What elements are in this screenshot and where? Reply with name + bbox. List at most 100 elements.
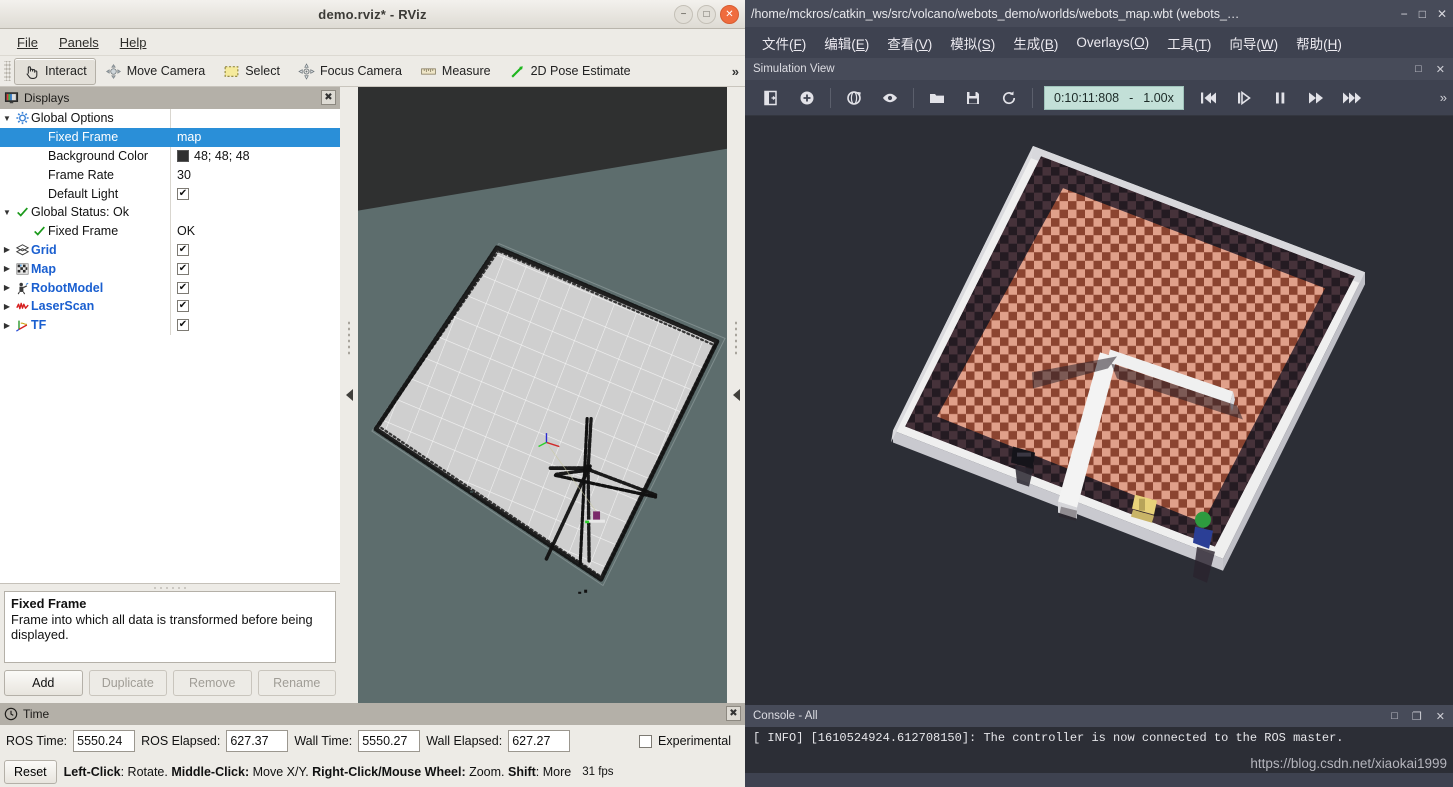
webots-menu-f[interactable]: 文件(F) xyxy=(755,31,813,55)
enable-checkbox[interactable]: ✔ xyxy=(177,187,189,200)
expand-arrow-down-icon[interactable]: ▼ xyxy=(0,114,14,123)
enable-checkbox[interactable]: ✔ xyxy=(177,300,189,313)
display-row-value[interactable]: ✔ xyxy=(170,278,340,297)
display-row-value[interactable]: ✔ xyxy=(170,184,340,203)
close-button[interactable]: ✕ xyxy=(1437,7,1447,21)
toolbar-grip[interactable] xyxy=(4,61,11,81)
webots-menu-o[interactable]: Overlays(O) xyxy=(1069,33,1156,52)
fast-run-button[interactable] xyxy=(1334,83,1370,113)
tool-focus-camera[interactable]: Focus Camera xyxy=(289,58,411,85)
collapse-right-arrow-icon[interactable] xyxy=(732,389,740,401)
simulation-time-field[interactable]: 0:10:11:808 - 1.00x xyxy=(1044,85,1184,110)
expand-arrow-right-icon[interactable]: ▶ xyxy=(0,264,14,273)
restore-viewpoint-button[interactable] xyxy=(836,83,872,113)
maximize-button[interactable]: □ xyxy=(697,5,716,24)
expand-arrow-right-icon[interactable]: ▶ xyxy=(0,283,14,292)
reset-simulation-button[interactable] xyxy=(1190,83,1226,113)
maximize-button[interactable]: □ xyxy=(1419,7,1426,21)
float-button[interactable]: □ xyxy=(1415,63,1422,75)
wall-time-input[interactable]: 5550.27 xyxy=(358,730,421,752)
view-eye-button[interactable] xyxy=(872,83,908,113)
rviz-3d-viewport[interactable] xyxy=(358,87,727,703)
maximize-button[interactable]: □ xyxy=(1391,710,1398,722)
left-splitter[interactable] xyxy=(340,87,358,703)
enable-checkbox[interactable]: ✔ xyxy=(177,262,189,275)
console-body[interactable]: [ INFO] [1610524924.612708150]: The cont… xyxy=(745,727,1453,773)
add-node-button[interactable] xyxy=(789,83,825,113)
reset-button[interactable]: Reset xyxy=(4,760,57,784)
simulation-toolbar-overflow[interactable]: » xyxy=(1440,90,1447,105)
webots-menu-e[interactable]: 编辑(E) xyxy=(817,31,876,55)
display-row-value[interactable]: ✔ xyxy=(170,240,340,260)
step-forward-button[interactable] xyxy=(1226,83,1262,113)
save-world-button[interactable] xyxy=(955,83,991,113)
webots-3d-viewport[interactable] xyxy=(745,116,1453,705)
expand-arrow-right-icon[interactable]: ▶ xyxy=(0,302,14,311)
display-row-grid[interactable]: ▶ Grid ✔ xyxy=(0,240,340,260)
menu-panels[interactable]: Panels xyxy=(50,32,108,53)
display-row-laserscan[interactable]: ▶ LaserScan ✔ xyxy=(0,296,340,316)
webots-menu-v[interactable]: 查看(V) xyxy=(880,31,939,55)
display-row-value[interactable] xyxy=(170,109,340,128)
right-splitter[interactable] xyxy=(727,87,745,703)
dock-splitter[interactable] xyxy=(0,584,340,591)
display-row-background-color[interactable]: Background Color 48; 48; 48 xyxy=(0,146,340,166)
minimize-button[interactable]: − xyxy=(1401,7,1408,21)
display-row-value[interactable]: 48; 48; 48 xyxy=(170,146,340,166)
display-row-fixed-frame[interactable]: Fixed Frame OK xyxy=(0,221,340,241)
enable-checkbox[interactable]: ✔ xyxy=(177,243,189,256)
displays-close-button[interactable]: ✖ xyxy=(321,90,336,105)
display-row-value[interactable]: map xyxy=(170,127,340,147)
display-row-fixed-frame[interactable]: Fixed Frame map xyxy=(0,127,340,147)
expand-arrow-down-icon[interactable]: ▼ xyxy=(0,208,14,217)
close-button[interactable]: ✕ xyxy=(1436,63,1445,76)
display-row-frame-rate[interactable]: Frame Rate 30 xyxy=(0,165,340,185)
toolbar-overflow-button[interactable]: » xyxy=(732,64,739,79)
display-row-robotmodel[interactable]: ▶ RobotModel ✔ xyxy=(0,278,340,297)
expand-arrow-right-icon[interactable]: ▶ xyxy=(0,245,14,254)
expand-arrow-right-icon[interactable]: ▶ xyxy=(0,321,14,330)
duplicate-button[interactable]: Duplicate xyxy=(88,670,167,696)
webots-menu-s[interactable]: 模拟(S) xyxy=(943,31,1002,55)
display-row-global-options[interactable]: ▼ Global Options xyxy=(0,109,340,128)
tool-interact[interactable]: Interact xyxy=(14,57,96,85)
tool-select[interactable]: Select xyxy=(214,58,289,85)
close-button[interactable]: ✕ xyxy=(720,5,739,24)
display-row-tf[interactable]: ▶ TF ✔ xyxy=(0,315,340,335)
experimental-checkbox-group[interactable]: Experimental xyxy=(639,734,739,748)
menu-help[interactable]: Help xyxy=(111,32,156,53)
display-row-default-light[interactable]: Default Light ✔ xyxy=(0,184,340,203)
toggle-panel-button[interactable] xyxy=(753,83,789,113)
display-row-value[interactable]: ✔ xyxy=(170,259,340,279)
webots-menu-h[interactable]: 帮助(H) xyxy=(1289,31,1349,55)
display-row-global-status-ok[interactable]: ▼ Global Status: Ok xyxy=(0,202,340,222)
time-panel-close-button[interactable]: ✖ xyxy=(726,706,741,721)
display-row-value[interactable]: ✔ xyxy=(170,315,340,335)
run-button[interactable] xyxy=(1298,83,1334,113)
open-world-button[interactable] xyxy=(919,83,955,113)
close-button[interactable]: ✕ xyxy=(1436,710,1445,723)
remove-button[interactable]: Remove xyxy=(173,670,252,696)
menu-file[interactable]: File xyxy=(8,32,47,53)
webots-menu-t[interactable]: 工具(T) xyxy=(1160,31,1218,55)
display-row-value[interactable]: OK xyxy=(170,221,340,241)
add-button[interactable]: Add xyxy=(4,670,83,696)
tool-move-camera[interactable]: Move Camera xyxy=(96,58,215,85)
experimental-checkbox[interactable] xyxy=(639,734,653,748)
display-row-value[interactable]: ✔ xyxy=(170,296,340,316)
ros-elapsed-input[interactable]: 627.37 xyxy=(226,730,289,752)
ros-time-input[interactable]: 5550.24 xyxy=(73,730,136,752)
webots-menu-w[interactable]: 向导(W) xyxy=(1222,31,1285,55)
enable-checkbox[interactable]: ✔ xyxy=(177,319,189,332)
minimize-button[interactable]: − xyxy=(674,5,693,24)
pause-button[interactable] xyxy=(1262,83,1298,113)
enable-checkbox[interactable]: ✔ xyxy=(177,281,189,294)
display-row-value[interactable] xyxy=(170,202,340,222)
tool-measure[interactable]: Measure xyxy=(411,58,500,85)
wall-elapsed-input[interactable]: 627.27 xyxy=(508,730,571,752)
display-row-value[interactable]: 30 xyxy=(170,165,340,185)
tool-2d-pose-estimate[interactable]: 2D Pose Estimate xyxy=(500,58,640,85)
color-swatch[interactable] xyxy=(177,149,189,162)
displays-tree[interactable]: ▼ Global Options Fixed Frame map Background … xyxy=(0,109,340,584)
rename-button[interactable]: Rename xyxy=(257,670,336,696)
